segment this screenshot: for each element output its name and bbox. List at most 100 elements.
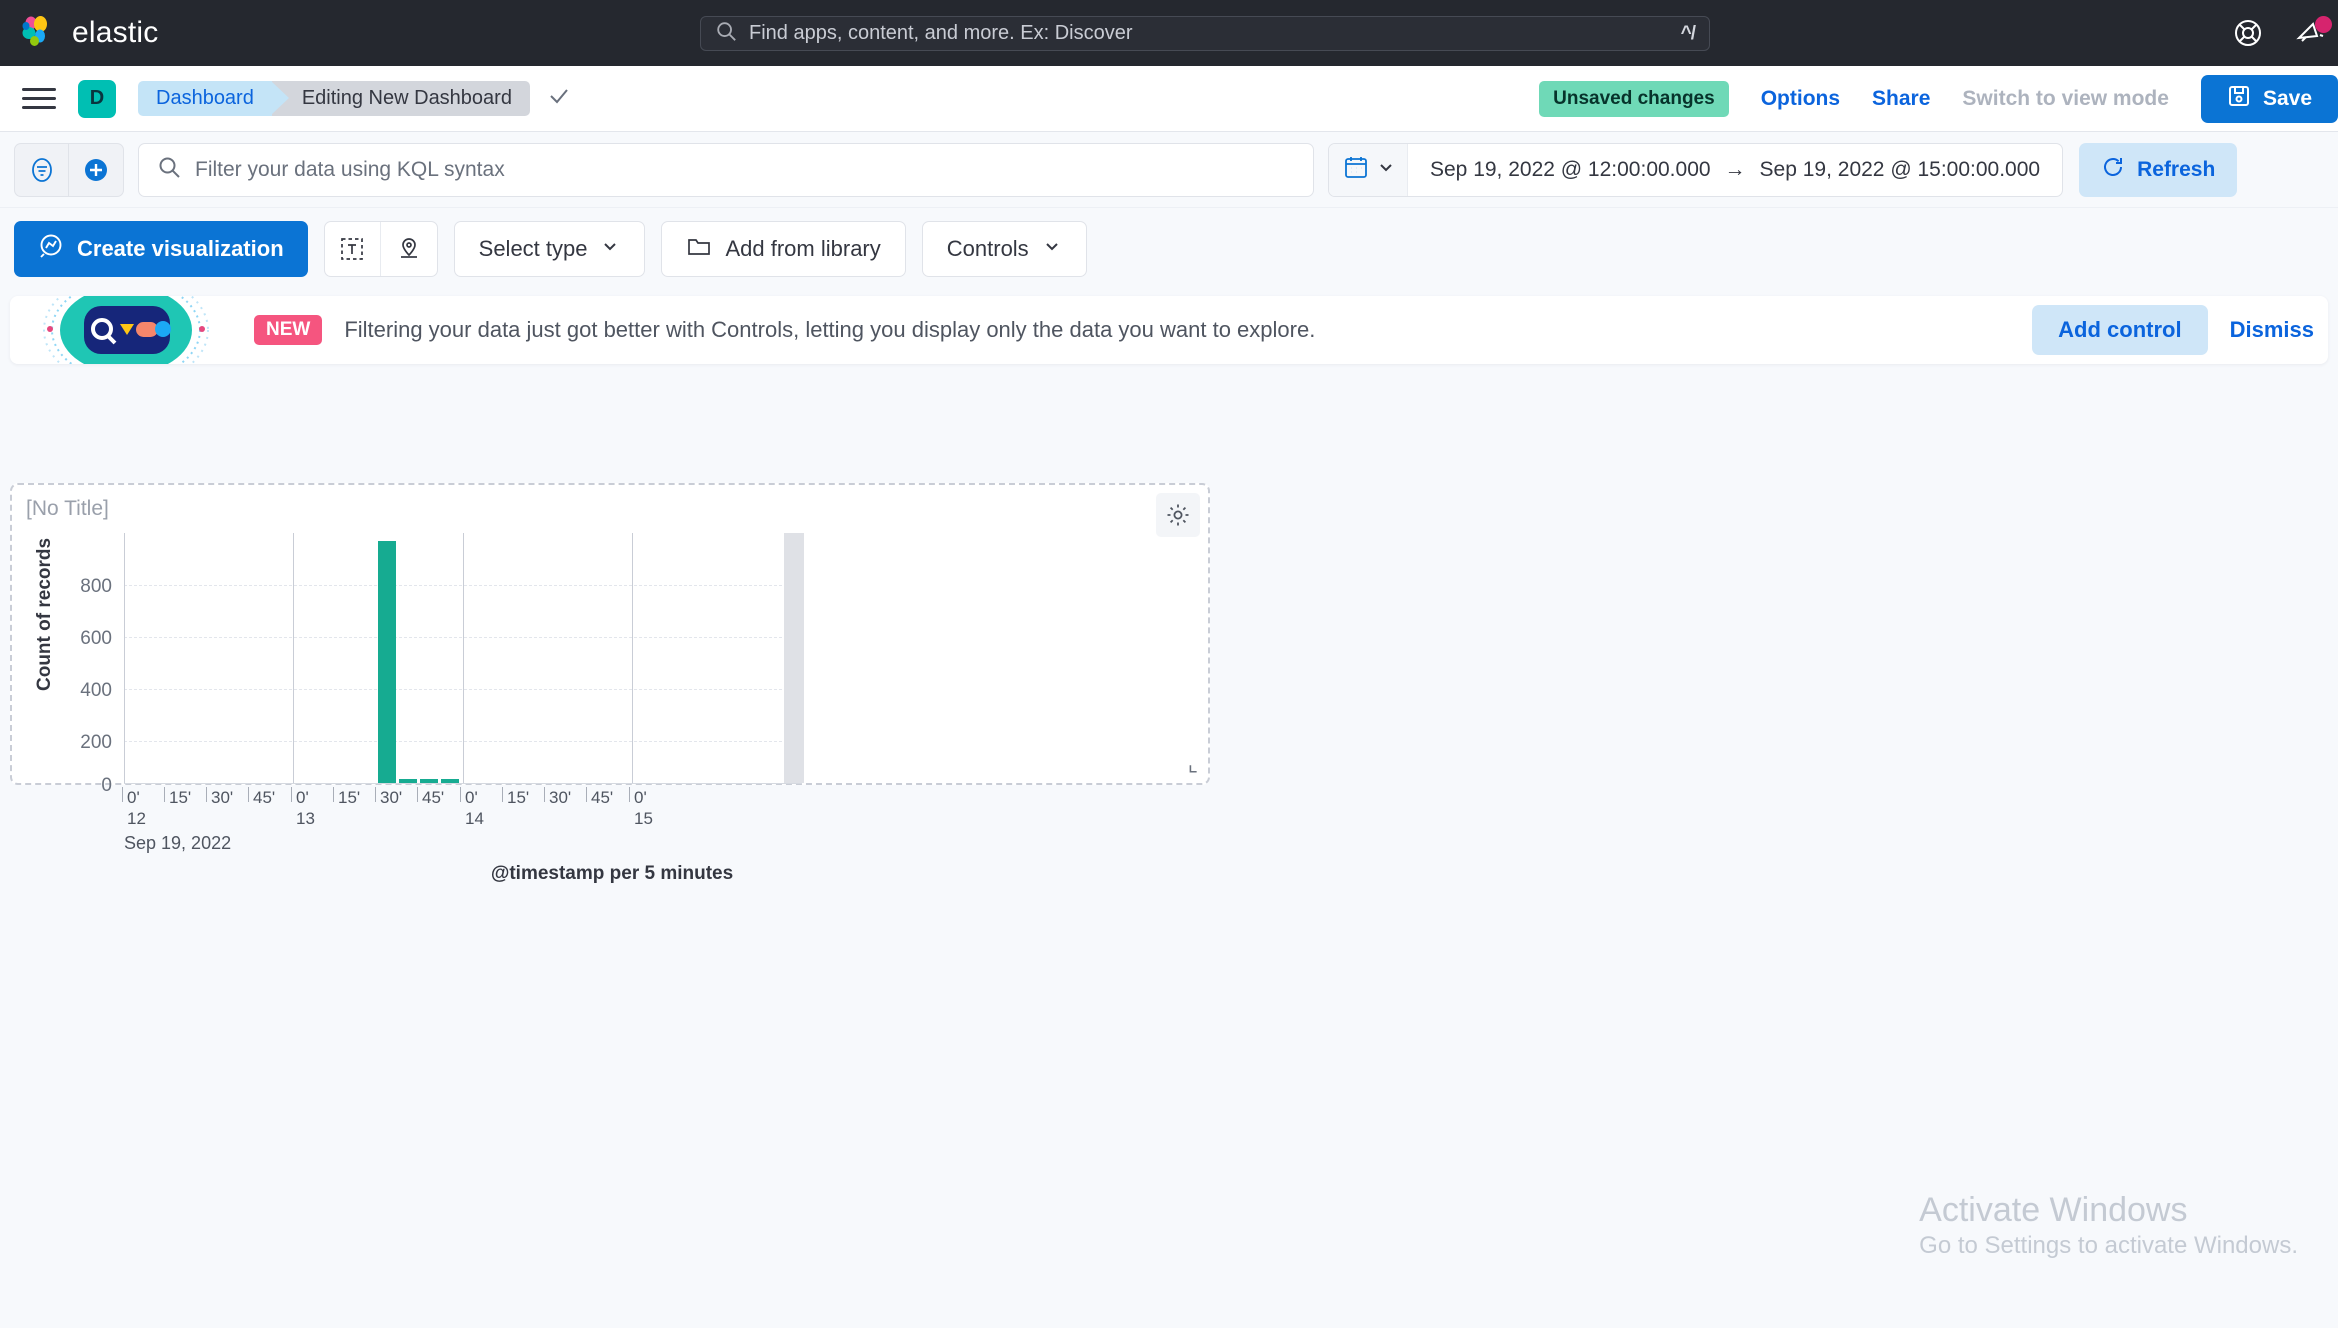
x-tick-label: 0' 13 [291,787,315,829]
axis-divider [632,533,633,783]
controls-dropdown[interactable]: Controls [921,221,1087,277]
gear-icon[interactable] [1156,493,1200,537]
lens-icon [38,233,64,265]
share-button[interactable]: Share [1872,87,1930,111]
x-tick-label: 45' [585,787,614,807]
date-range-display[interactable]: Sep 19, 2022 @ 12:00:00.000 → Sep 19, 20… [1408,158,2062,182]
save-button-label: Save [2262,87,2312,110]
dismiss-button[interactable]: Dismiss [2230,317,2314,343]
header-icon-group [2230,0,2338,66]
axis-divider [124,533,125,783]
date-arrow-icon: → [1724,157,1746,181]
y-tick-label: 800 [80,576,112,597]
x-tick-label: 15' [332,787,361,807]
controls-label: Controls [946,236,1029,261]
callout-actions: Add control Dismiss [2032,305,2328,355]
new-badge: NEW [254,315,323,345]
y-tick-label: 0 [101,775,112,796]
create-visualization-button[interactable]: Create visualization [14,221,308,277]
breadcrumb-item-dashboard[interactable]: Dashboard [138,81,289,116]
query-bar: Filter your data using KQL syntax Sep 19… [0,132,2338,208]
notification-dot [2315,16,2332,33]
announcement-megaphone-icon[interactable] [2292,15,2332,51]
search-shortcut-badge: ^/ [1680,22,1696,44]
dashboard-actions: Unsaved changes Options Share Switch to … [1539,66,2338,132]
elastic-logo[interactable]: elastic [20,14,158,52]
plot-area [124,533,804,783]
select-type-label: Select type [478,236,588,261]
axis-divider [463,533,464,783]
save-disk-icon [2227,84,2251,114]
y-tick-label: 200 [80,732,112,753]
x-tick-label: 15' [501,787,530,807]
filter-button-group [14,142,124,197]
y-tick-label: 600 [80,628,112,649]
watermark-subtitle: Go to Settings to activate Windows. [1919,1232,2298,1259]
create-visualization-label: Create visualization [77,236,284,261]
save-button[interactable]: Save [2200,75,2338,123]
x-tick-label: 30' [543,787,572,807]
breadcrumb: Dashboard Editing New Dashboard [138,81,572,116]
panel-type-icon-group [323,221,438,277]
bar[interactable] [378,541,396,783]
filter-icon[interactable] [15,143,69,196]
resize-handle-icon[interactable]: ⌞ [1188,753,1198,775]
map-marker-icon[interactable] [381,222,437,276]
kql-search-input[interactable]: Filter your data using KQL syntax [138,142,1314,197]
breadcrumb-item-label: Dashboard [156,87,254,109]
breadcrumb-item-editing[interactable]: Editing New Dashboard [271,81,530,116]
breadcrumb-item-label: Editing New Dashboard [301,87,512,109]
text-panel-icon[interactable] [325,222,381,276]
windows-activation-watermark: Activate Windows Go to Settings to activ… [1919,1188,2298,1260]
refresh-label: Refresh [2137,157,2216,181]
x-tick-label: 0' 15 [629,787,653,829]
global-header: elastic Find apps, content, and more. Ex… [0,0,2338,66]
y-tick-label: 400 [80,680,112,701]
status-badge: Unsaved changes [1539,81,1729,117]
calendar-icon [1343,154,1369,185]
search-icon [715,20,737,47]
hamburger-menu-icon[interactable] [22,82,56,115]
elastic-logo-icon [20,14,58,52]
date-start: Sep 19, 2022 @ 12:00:00.000 [1430,157,1711,181]
add-from-library-label: Add from library [725,236,881,261]
controls-callout-banner: NEW Filtering your data just got better … [10,296,2328,364]
help-lifebuoy-icon[interactable] [2230,15,2266,51]
x-axis-date-label: Sep 19, 2022 [124,833,232,853]
dashboard-panel[interactable]: [No Title] Count of records 800 600 400 … [10,483,1212,884]
date-end: Sep 19, 2022 @ 15:00:00.000 [1759,157,2041,181]
chevron-down-icon [1377,158,1395,181]
refresh-icon [2101,155,2125,185]
global-search-input[interactable]: Find apps, content, and more. Ex: Discov… [700,16,1710,51]
add-from-library-button[interactable]: Add from library [661,221,906,277]
brand-name: elastic [72,16,159,49]
controls-illustration [20,296,232,364]
x-tick-label: 30' [374,787,403,807]
check-icon[interactable] [546,83,572,114]
breadcrumb-bar: D Dashboard Editing New Dashboard Unsave… [0,66,2338,132]
options-button[interactable]: Options [1761,87,1840,111]
x-axis-title: @timestamp per 5 minutes [490,863,734,884]
panel-title[interactable]: [No Title] [26,497,109,521]
axis-divider [293,533,294,783]
x-tick-label: 0' 12 [122,787,146,829]
calendar-dropdown-button[interactable] [1329,143,1408,196]
refresh-button[interactable]: Refresh [2079,142,2238,197]
date-range-picker: Sep 19, 2022 @ 12:00:00.000 → Sep 19, 20… [1328,142,2064,197]
global-search-placeholder: Find apps, content, and more. Ex: Discov… [749,22,1133,44]
watermark-title: Activate Windows [1919,1190,2188,1229]
bar-chart: Count of records 800 600 400 200 0 0' 12… [12,533,1212,884]
add-circle-icon[interactable] [69,144,123,196]
x-tick-label: 0' 14 [460,787,484,829]
kql-placeholder: Filter your data using KQL syntax [195,157,505,181]
switch-to-view-mode-button[interactable]: Switch to view mode [1962,87,2169,111]
chevron-down-icon [600,236,620,262]
x-axis-line [124,783,802,784]
callout-message: Filtering your data just got better with… [344,317,1316,342]
avatar[interactable]: D [78,79,116,118]
select-type-dropdown[interactable]: Select type [453,221,646,277]
add-control-button[interactable]: Add control [2032,305,2208,355]
x-tick-label: 45' [416,787,445,807]
search-icon [157,155,181,184]
chevron-down-icon [1042,236,1062,262]
